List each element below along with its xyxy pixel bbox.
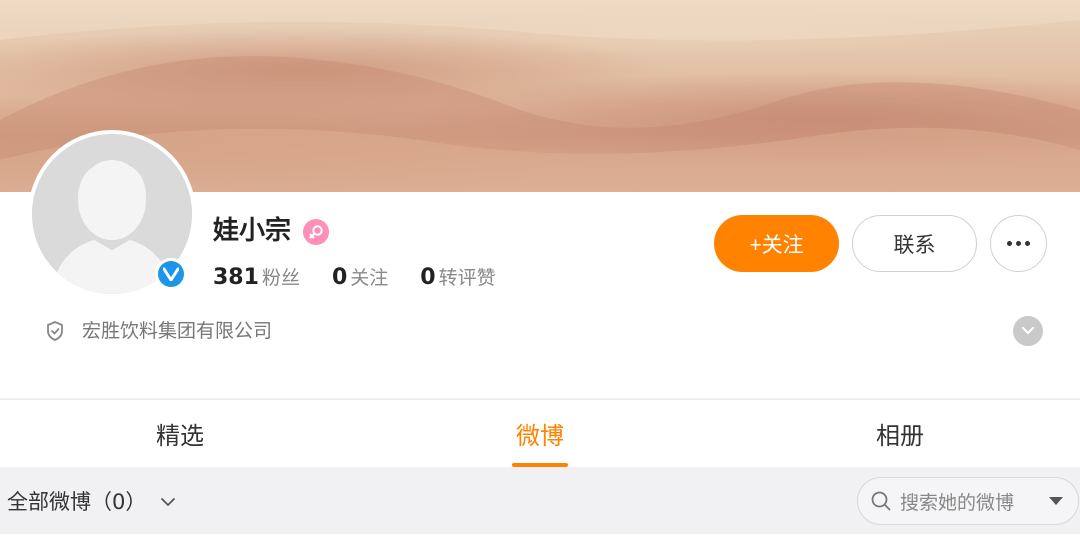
stat-number: 0 <box>331 265 348 290</box>
contact-button[interactable]: 联系 <box>852 215 977 272</box>
tab-featured[interactable]: 精选 <box>0 400 360 467</box>
stat-following[interactable]: 0 关注 <box>332 262 388 294</box>
stat-followers[interactable]: 381 粉丝 <box>213 262 300 294</box>
company-text: 宏胜饮料集团有限公司 <box>82 320 273 342</box>
tab-album[interactable]: 相册 <box>720 400 1080 467</box>
more-dots-icon <box>1007 241 1012 246</box>
female-icon <box>303 219 329 245</box>
verified-v-icon <box>158 261 184 287</box>
feed-area <box>0 534 1080 548</box>
stat-label: 粉丝 <box>261 267 300 289</box>
stat-label: 转评赞 <box>438 267 496 289</box>
more-dot <box>1016 241 1021 246</box>
shield-icon <box>45 320 65 342</box>
more-dot <box>1025 241 1030 246</box>
more-button[interactable] <box>990 215 1047 272</box>
search-placeholder: 搜索她的微博 <box>900 491 1015 514</box>
chevron-down-icon[interactable] <box>1013 316 1043 346</box>
stat-number: 0 <box>420 265 436 290</box>
weibo-filter-dropdown[interactable]: 全部微博（0） <box>7 486 176 518</box>
stat-interactions[interactable]: 0 转评赞 <box>420 262 495 294</box>
stat-label: 关注 <box>350 267 389 289</box>
tab-bar: 精选 微博 相册 <box>0 399 1080 467</box>
stat-number: 381 <box>213 265 259 290</box>
username: 娃小宗 <box>213 216 292 246</box>
filter-label: 全部微博（0） <box>7 490 147 514</box>
chevron-down-icon <box>160 497 176 507</box>
caret-down-icon[interactable] <box>1048 496 1064 506</box>
search-icon <box>870 490 892 512</box>
follow-button[interactable]: +关注 <box>714 215 839 272</box>
tab-weibo[interactable]: 微博 <box>360 400 720 467</box>
stats-row: 381 粉丝 0 关注 0 转评赞 <box>213 262 528 294</box>
verified-badge <box>155 258 187 290</box>
search-input[interactable]: 搜索她的微博 <box>857 477 1079 525</box>
